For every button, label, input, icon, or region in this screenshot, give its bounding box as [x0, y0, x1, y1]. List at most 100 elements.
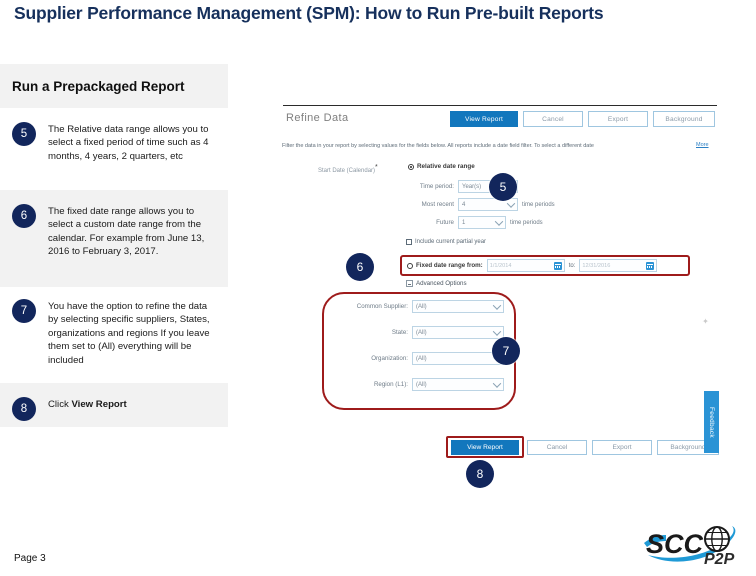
callout-badge-8: 8	[466, 460, 494, 488]
include-partial-year-checkbox[interactable]: Include current partial year	[406, 239, 486, 245]
table-row: 8 Click View Report	[0, 383, 228, 427]
common-supplier-select[interactable]: (All)	[412, 300, 504, 313]
feedback-tab-label: Feedback	[708, 406, 716, 438]
table-row: 5 The Relative data range allows you to …	[0, 108, 228, 190]
organization-label: Organization:	[371, 355, 408, 362]
future-select[interactable]: 1	[458, 216, 506, 229]
calendar-icon[interactable]	[646, 261, 655, 270]
time-period-value: Year(s)	[462, 183, 482, 190]
scc-p2p-logo: SCC P2P	[640, 521, 746, 567]
step-text-8-bold: View Report	[71, 399, 127, 410]
start-date-label-text: Start Date (Calendar)	[318, 168, 376, 174]
steps-table-header: Run a Prepackaged Report	[0, 64, 228, 108]
table-row: 7 You have the option to refine the data…	[0, 287, 228, 383]
view-report-button-bottom[interactable]: View Report	[451, 439, 519, 455]
table-row: 6 The fixed date range allows you to sel…	[0, 190, 228, 287]
steps-table: Run a Prepackaged Report 5 The Relative …	[0, 64, 228, 427]
fixed-date-range-highlight: Fixed date range from: 1/1/2014 to: 12/3…	[400, 255, 690, 276]
step-badge-cell: 8	[0, 397, 48, 421]
cancel-button-top[interactable]: Cancel	[523, 111, 583, 127]
region-row: Region (L1): (All)	[328, 378, 504, 391]
start-date-label: Start Date (Calendar)*	[318, 164, 378, 174]
relative-date-range-option[interactable]: Relative date range	[408, 163, 475, 170]
step-text-6: The fixed date range allows you to selec…	[48, 206, 205, 258]
organization-value: (All)	[416, 355, 427, 362]
date-from-input[interactable]: 1/1/2014	[486, 259, 565, 272]
advanced-options-label: Advanced Options	[416, 280, 467, 287]
embedded-app-screenshot: Refine Data View Report Cancel Export Ba…	[278, 100, 723, 472]
date-from-value: 1/1/2014	[489, 262, 512, 269]
common-supplier-value: (All)	[416, 303, 427, 310]
state-select[interactable]: (All)	[412, 326, 504, 339]
fixed-date-range-label: Fixed date range from:	[416, 262, 483, 269]
refine-data-title: Refine Data	[286, 112, 349, 124]
chevron-down-icon	[492, 378, 502, 388]
most-recent-row: Most recent 4 time periods	[406, 198, 555, 211]
export-button-bottom[interactable]: Export	[592, 440, 652, 455]
view-report-button-top[interactable]: View Report	[450, 111, 518, 127]
state-row: State: (All)	[328, 326, 504, 339]
step-text-5: The Relative data range allows you to se…	[48, 124, 209, 162]
step-badge-cell: 5	[0, 122, 48, 146]
date-to-input[interactable]: 12/31/2016	[579, 259, 658, 272]
time-period-label: Time period:	[419, 183, 454, 190]
steps-table-header-label: Run a Prepackaged Report	[12, 78, 185, 94]
export-button-top[interactable]: Export	[588, 111, 648, 127]
date-to-word: to:	[568, 262, 576, 269]
organization-select[interactable]: (All)	[412, 352, 504, 365]
chevron-down-icon	[492, 326, 502, 336]
callout-badge-7: 7	[492, 337, 520, 365]
most-recent-value: 4	[462, 201, 466, 208]
chevron-down-icon	[494, 216, 504, 226]
scroll-indicator-icon: ✦	[702, 317, 709, 326]
most-recent-suffix: time periods	[522, 201, 555, 208]
relative-date-range-label: Relative date range	[417, 163, 475, 170]
callout-badge-5: 5	[489, 173, 517, 201]
divider	[283, 105, 717, 106]
step-badge-5: 5	[12, 122, 36, 146]
callout-badge-6: 6	[346, 253, 374, 281]
more-link[interactable]: More	[696, 142, 709, 148]
checkbox-icon[interactable]	[406, 239, 412, 245]
feedback-tab[interactable]: Feedback	[704, 391, 719, 453]
step-badge-cell: 6	[0, 204, 48, 228]
required-marker: *	[375, 164, 378, 171]
filter-description: Filter the data in your report by select…	[282, 143, 594, 149]
date-to-value: 12/31/2016	[582, 262, 611, 269]
step-text-8: Click View Report	[48, 397, 139, 411]
step-badge-6: 6	[12, 204, 36, 228]
step-badge-8: 8	[12, 397, 36, 421]
radio-icon[interactable]	[407, 262, 413, 269]
most-recent-label: Most recent	[421, 201, 454, 208]
step-text-7: You have the option to refine the data b…	[48, 301, 210, 366]
advanced-options-toggle[interactable]: Advanced Options	[406, 280, 467, 287]
region-value: (All)	[416, 381, 427, 388]
calendar-icon[interactable]	[553, 261, 562, 270]
chevron-down-icon	[492, 300, 502, 310]
region-select[interactable]: (All)	[412, 378, 504, 391]
future-label: Future	[436, 219, 454, 226]
include-partial-year-label: Include current partial year	[415, 239, 487, 245]
future-suffix: time periods	[510, 219, 543, 226]
background-button-top[interactable]: Background	[653, 111, 715, 127]
organization-row: Organization: (All)	[328, 352, 504, 365]
view-report-button-highlight: View Report	[446, 436, 524, 458]
chevron-down-icon	[506, 198, 516, 208]
common-supplier-row: Common Supplier: (All)	[328, 300, 504, 313]
state-label: State:	[391, 329, 408, 336]
future-row: Future 1 time periods	[406, 216, 543, 229]
step-badge-cell: 7	[0, 299, 48, 323]
cancel-button-bottom[interactable]: Cancel	[527, 440, 587, 455]
page-number: Page 3	[14, 553, 46, 564]
step-text-8-prefix: Click	[48, 399, 72, 410]
most-recent-select[interactable]: 4	[458, 198, 518, 211]
collapse-minus-icon[interactable]	[406, 280, 413, 287]
state-value: (All)	[416, 329, 427, 336]
common-supplier-label: Common Supplier:	[356, 303, 408, 310]
step-badge-7: 7	[12, 299, 36, 323]
radio-icon[interactable]	[408, 163, 414, 170]
logo-wordmark: SCC	[646, 529, 704, 559]
logo-subtext: P2P	[704, 551, 735, 567]
page-title: Supplier Performance Management (SPM): H…	[14, 3, 604, 23]
future-value: 1	[462, 219, 466, 226]
